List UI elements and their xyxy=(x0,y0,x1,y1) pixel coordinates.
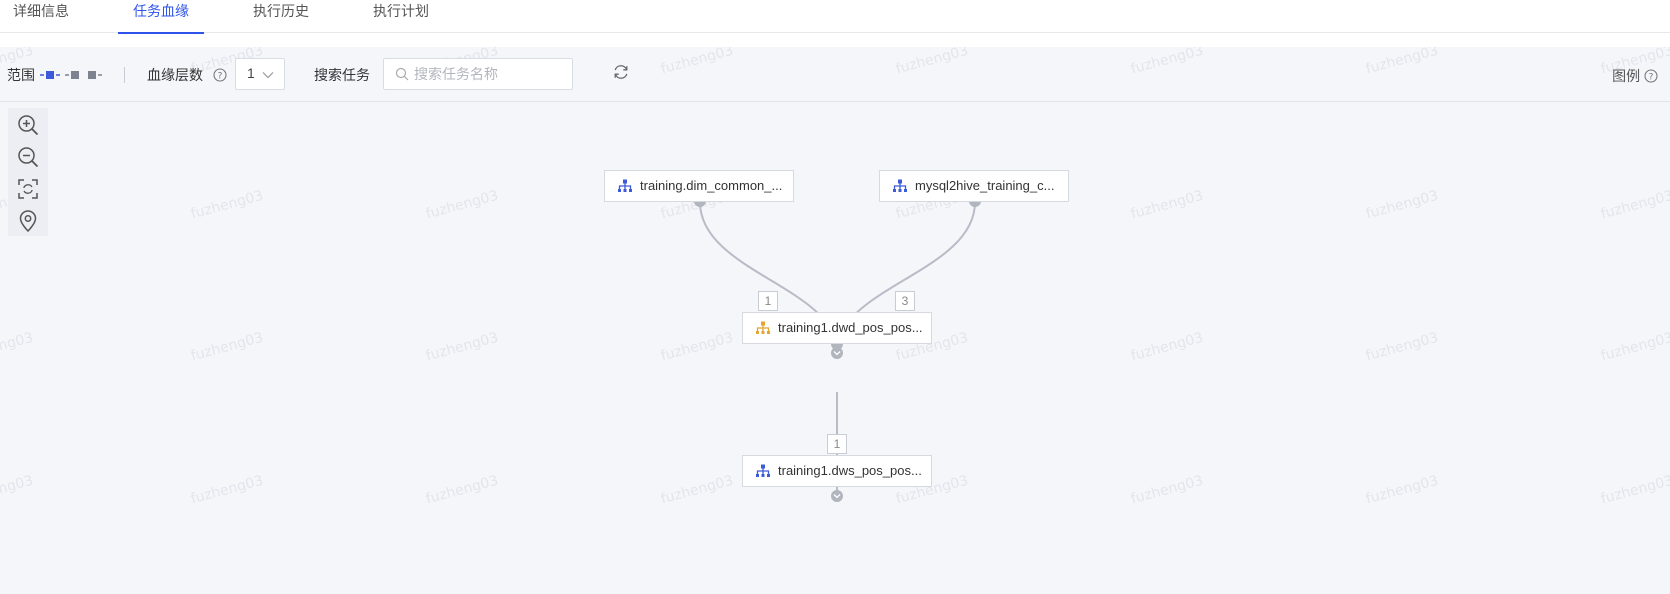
lineage-node[interactable]: training.dim_common_... xyxy=(604,170,794,202)
tab-bar: 详细信息 任务血缘 执行历史 执行计划 xyxy=(0,0,1670,34)
lineage-canvas[interactable]: fuzheng03 fuzheng03 fuzheng03 fuzheng03 fuzh… xyxy=(0,47,1670,594)
edge-label: 1 xyxy=(827,434,847,454)
node-label: training1.dwd_pos_pos... xyxy=(778,320,923,335)
lineage-node[interactable]: training1.dws_pos_pos... xyxy=(742,455,932,487)
hierarchy-icon xyxy=(892,179,908,198)
lineage-node-current[interactable]: training1.dwd_pos_pos... xyxy=(742,312,932,344)
edge-label: 3 xyxy=(895,291,915,311)
tab-execution-history[interactable]: 执行历史 xyxy=(253,0,309,33)
input-port[interactable] xyxy=(831,490,843,502)
tab-execution-plan[interactable]: 执行计划 xyxy=(373,0,429,33)
node-label: mysql2hive_training_c... xyxy=(915,178,1055,193)
tab-details[interactable]: 详细信息 xyxy=(13,0,69,33)
tab-task-lineage[interactable]: 任务血缘 xyxy=(118,0,204,34)
lineage-node[interactable]: mysql2hive_training_c... xyxy=(879,170,1069,202)
edge-label: 1 xyxy=(758,291,778,311)
hierarchy-icon xyxy=(755,321,771,340)
input-port[interactable] xyxy=(831,347,843,359)
hierarchy-icon xyxy=(617,179,633,198)
node-label: training1.dws_pos_pos... xyxy=(778,463,922,478)
node-label: training.dim_common_... xyxy=(640,178,783,193)
hierarchy-icon xyxy=(755,464,771,483)
